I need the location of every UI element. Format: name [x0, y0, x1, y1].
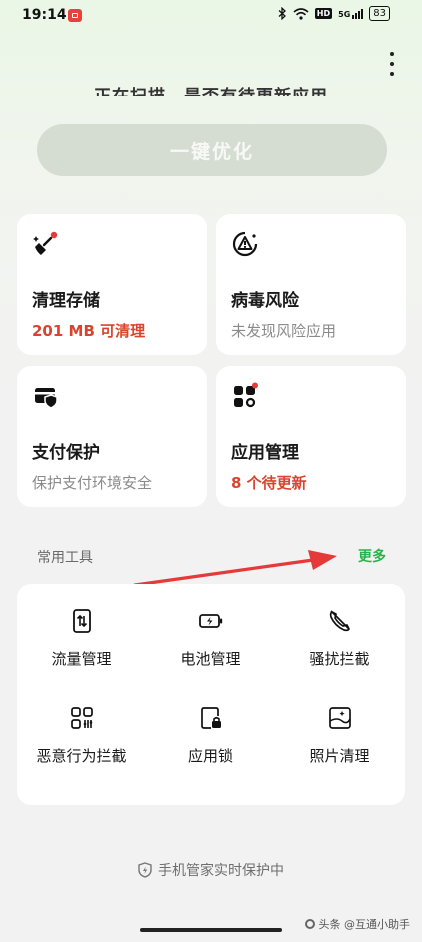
photo-clean-icon — [328, 707, 351, 729]
payment-protection-card[interactable]: 支付保护 保护支付环境安全 — [17, 366, 207, 507]
status-bar: 19:14 HD 5G 83 — [0, 0, 422, 32]
card-title: 应用管理 — [231, 443, 299, 463]
protection-status: 手机管家实时保护中 — [0, 860, 422, 880]
tool-call-block[interactable]: 骚扰拦截 — [275, 584, 404, 674]
clean-storage-card[interactable]: 清理存储 201 MB 可清理 — [17, 214, 207, 355]
battery-icon — [198, 614, 222, 628]
tool-label: 恶意行为拦截 — [36, 747, 127, 765]
card-title: 病毒风险 — [231, 291, 299, 311]
wifi-icon — [293, 7, 309, 20]
card-subtitle: 保护支付环境安全 — [32, 474, 153, 492]
tool-behavior-block[interactable]: 恶意行为拦截 — [17, 681, 146, 771]
shield-icon — [138, 862, 152, 878]
call-block-icon — [329, 610, 350, 632]
broom-icon — [33, 231, 58, 255]
battery-indicator: 83 — [369, 6, 390, 21]
card-subtitle: 未发现风险应用 — [231, 322, 337, 340]
more-options-icon[interactable] — [386, 52, 398, 76]
app-grid-icon — [234, 382, 258, 408]
bluetooth-icon — [278, 7, 286, 20]
watermark-logo-icon — [304, 919, 315, 929]
payment-card-icon — [35, 388, 58, 409]
tool-data-traffic[interactable]: 流量管理 — [17, 584, 146, 674]
one-click-optimize-button[interactable]: 一键优化 — [37, 124, 387, 176]
tool-label: 照片清理 — [309, 747, 370, 765]
signal-icon: 5G — [338, 8, 364, 19]
tool-label: 电池管理 — [180, 650, 241, 668]
watermark: 头条 @互通小助手 — [304, 916, 411, 932]
common-tools-heading: 常用工具 — [37, 550, 93, 566]
behavior-block-icon — [70, 707, 93, 729]
tool-photo-clean[interactable]: 照片清理 — [275, 681, 404, 771]
status-time: 19:14 — [22, 7, 67, 23]
status-indicators: HD 5G 83 — [278, 6, 390, 21]
watermark-text: 头条 @互通小助手 — [318, 918, 411, 931]
notification-app-icon — [68, 9, 82, 22]
network-type: 5G — [338, 9, 351, 19]
tool-battery[interactable]: 电池管理 — [146, 584, 275, 674]
app-lock-icon — [200, 707, 221, 729]
card-title: 清理存储 — [32, 291, 100, 311]
virus-alert-icon — [232, 231, 258, 257]
tool-app-lock[interactable]: 应用锁 — [146, 681, 275, 771]
protection-status-text: 手机管家实时保护中 — [158, 863, 284, 879]
virus-risk-card[interactable]: 病毒风险 未发现风险应用 — [216, 214, 406, 355]
tool-label: 骚扰拦截 — [309, 650, 370, 668]
hd-badge: HD — [314, 8, 333, 19]
scan-status-text: 正在扫描，是否有待更新应用 — [0, 80, 422, 96]
card-subtitle: 8 个待更新 — [231, 474, 307, 492]
home-indicator[interactable] — [140, 928, 282, 932]
common-tools-panel: 流量管理 电池管理 骚扰拦截 恶意行为拦截 应用锁 照片清理 — [17, 584, 405, 805]
tool-label: 应用锁 — [187, 747, 233, 765]
card-title: 支付保护 — [32, 443, 100, 463]
tool-label: 流量管理 — [51, 650, 112, 668]
data-traffic-icon — [72, 609, 91, 633]
more-tools-link[interactable]: 更多 — [358, 546, 386, 566]
app-management-card[interactable]: 应用管理 8 个待更新 — [216, 366, 406, 507]
card-subtitle: 201 MB 可清理 — [32, 322, 146, 340]
